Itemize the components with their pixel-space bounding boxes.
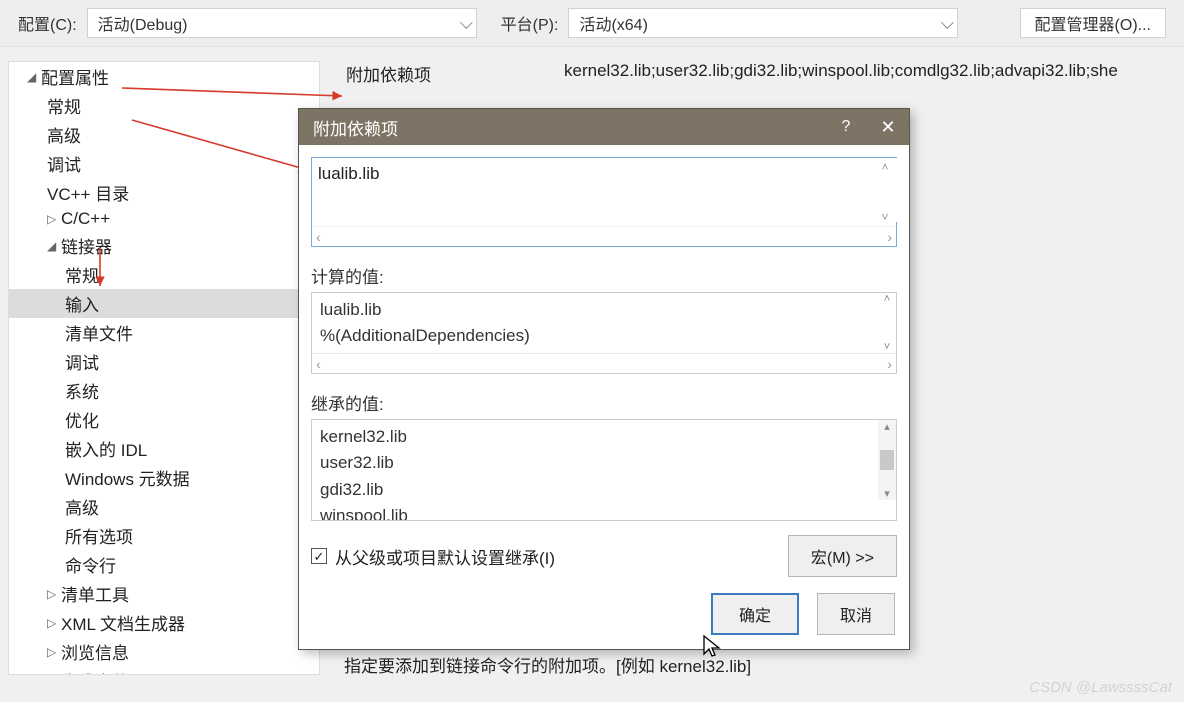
- config-combo-value: 活动(Debug): [98, 11, 188, 35]
- config-label: 配置(C):: [18, 11, 77, 35]
- ok-button[interactable]: 确定: [711, 593, 799, 635]
- list-item: lualib.lib: [320, 297, 878, 323]
- dialog-title: 附加依赖项: [313, 115, 398, 140]
- property-row[interactable]: 附加依赖项 kernel32.lib;user32.lib;gdi32.lib;…: [328, 61, 1176, 86]
- tree-item[interactable]: ▷XML 文档生成器: [9, 608, 319, 637]
- calc-vscroll[interactable]: ˄˅: [878, 293, 896, 353]
- textarea-vscroll[interactable]: ˄˅: [876, 160, 894, 224]
- input-wrap: ˄˅ ‹›: [311, 157, 897, 247]
- tree-item[interactable]: 系统: [9, 376, 319, 405]
- config-manager-button[interactable]: 配置管理器(O)...: [1020, 8, 1166, 38]
- scroll-left-icon: ‹: [316, 356, 321, 372]
- tree-item[interactable]: 常规: [9, 260, 319, 289]
- tree-item[interactable]: 优化: [9, 405, 319, 434]
- expand-icon: ◢: [47, 239, 59, 253]
- collapse-icon: ▷: [47, 616, 59, 630]
- property-value: kernel32.lib;user32.lib;gdi32.lib;winspo…: [564, 61, 1118, 86]
- collapse-icon: ▷: [47, 674, 59, 676]
- scroll-thumb[interactable]: [880, 450, 894, 470]
- calculated-listbox: lualib.lib %(AdditionalDependencies) ˄˅ …: [311, 292, 897, 374]
- scroll-up-icon: ˄: [881, 160, 888, 174]
- tree-item[interactable]: ▷浏览信息: [9, 637, 319, 666]
- macro-button[interactable]: 宏(M) >>: [788, 535, 897, 577]
- platform-combo-value: 活动(x64): [579, 11, 647, 35]
- cancel-button[interactable]: 取消: [817, 593, 895, 635]
- tree-item[interactable]: 清单文件: [9, 318, 319, 347]
- collapse-icon: ▷: [47, 587, 59, 601]
- calculated-label: 计算的值:: [311, 263, 897, 288]
- tree-item[interactable]: 常规: [9, 91, 319, 120]
- inherit-vscroll[interactable]: ▴▾: [878, 420, 896, 500]
- tree-item[interactable]: 命令行: [9, 550, 319, 579]
- scroll-up-icon: ▴: [884, 420, 890, 433]
- platform-combo[interactable]: 活动(x64): [568, 8, 958, 38]
- list-item: gdi32.lib: [320, 477, 878, 503]
- tree-item[interactable]: ▷清单工具: [9, 579, 319, 608]
- tree-item[interactable]: 调试: [9, 149, 319, 178]
- textarea-hscroll[interactable]: ‹›: [312, 226, 896, 246]
- config-toolbar: 配置(C): 活动(Debug) 平台(P): 活动(x64) 配置管理器(O)…: [0, 0, 1184, 47]
- inherit-checkbox-label: 从父级或项目默认设置继承(I): [335, 544, 555, 569]
- collapse-icon: ▷: [47, 645, 59, 659]
- config-combo[interactable]: 活动(Debug): [87, 8, 477, 38]
- watermark: CSDN @LawssssCat: [1029, 679, 1172, 696]
- help-icon[interactable]: ?: [825, 109, 867, 145]
- property-description: 指定要添加到链接命令行的附加项。[例如 kernel32.lib]: [328, 646, 1176, 677]
- tree-item[interactable]: Windows 元数据: [9, 463, 319, 492]
- tree-item[interactable]: 高级: [9, 120, 319, 149]
- dialog-titlebar[interactable]: 附加依赖项 ? ✕: [299, 109, 909, 145]
- scroll-down-icon: ▾: [884, 487, 890, 500]
- inherit-checkbox[interactable]: ✓ 从父级或项目默认设置继承(I): [311, 544, 555, 569]
- tree-item[interactable]: 嵌入的 IDL: [9, 434, 319, 463]
- tree-item[interactable]: 高级: [9, 492, 319, 521]
- scroll-down-icon: ˅: [884, 341, 890, 353]
- platform-label: 平台(P):: [501, 11, 559, 35]
- deps-textarea[interactable]: [312, 158, 902, 222]
- inherited-lines: kernel32.lib user32.lib gdi32.lib winspo…: [312, 420, 896, 520]
- scroll-left-icon: ‹: [316, 229, 321, 245]
- inherited-label: 继承的值:: [311, 390, 897, 415]
- additional-deps-dialog: 附加依赖项 ? ✕ ˄˅ ‹› 计算的值: lualib.lib %(Addit…: [298, 108, 910, 650]
- list-item: kernel32.lib: [320, 424, 878, 450]
- checkbox-icon: ✓: [311, 548, 327, 564]
- list-item: user32.lib: [320, 450, 878, 476]
- tree-item[interactable]: 所有选项: [9, 521, 319, 550]
- property-tree[interactable]: ◢配置属性 常规 高级 调试 VC++ 目录 ▷C/C++ ◢链接器 常规 输入…: [8, 61, 320, 675]
- tree-item-linker[interactable]: ◢链接器: [9, 231, 319, 260]
- list-item: %(AdditionalDependencies): [320, 323, 878, 349]
- scroll-right-icon: ›: [887, 229, 892, 245]
- scroll-down-icon: ˅: [881, 210, 888, 224]
- tree-root[interactable]: ◢配置属性: [9, 62, 319, 91]
- scroll-right-icon: ›: [887, 356, 892, 372]
- list-item: winspool.lib: [320, 503, 878, 520]
- inherited-listbox: kernel32.lib user32.lib gdi32.lib winspo…: [311, 419, 897, 521]
- calculated-lines: lualib.lib %(AdditionalDependencies): [312, 293, 896, 353]
- property-name: 附加依赖项: [346, 61, 546, 86]
- tree-item[interactable]: VC++ 目录: [9, 178, 319, 207]
- tree-item[interactable]: ▷生成事件: [9, 666, 319, 675]
- close-icon[interactable]: ✕: [867, 109, 909, 145]
- tree-item[interactable]: 调试: [9, 347, 319, 376]
- calc-hscroll[interactable]: ‹›: [312, 353, 896, 373]
- tree-item-cpp[interactable]: ▷C/C++: [9, 207, 319, 231]
- scroll-up-icon: ˄: [884, 293, 890, 305]
- collapse-icon: ▷: [47, 212, 59, 226]
- tree-item-input-selected[interactable]: 输入: [9, 289, 319, 318]
- expand-icon: ◢: [27, 70, 39, 84]
